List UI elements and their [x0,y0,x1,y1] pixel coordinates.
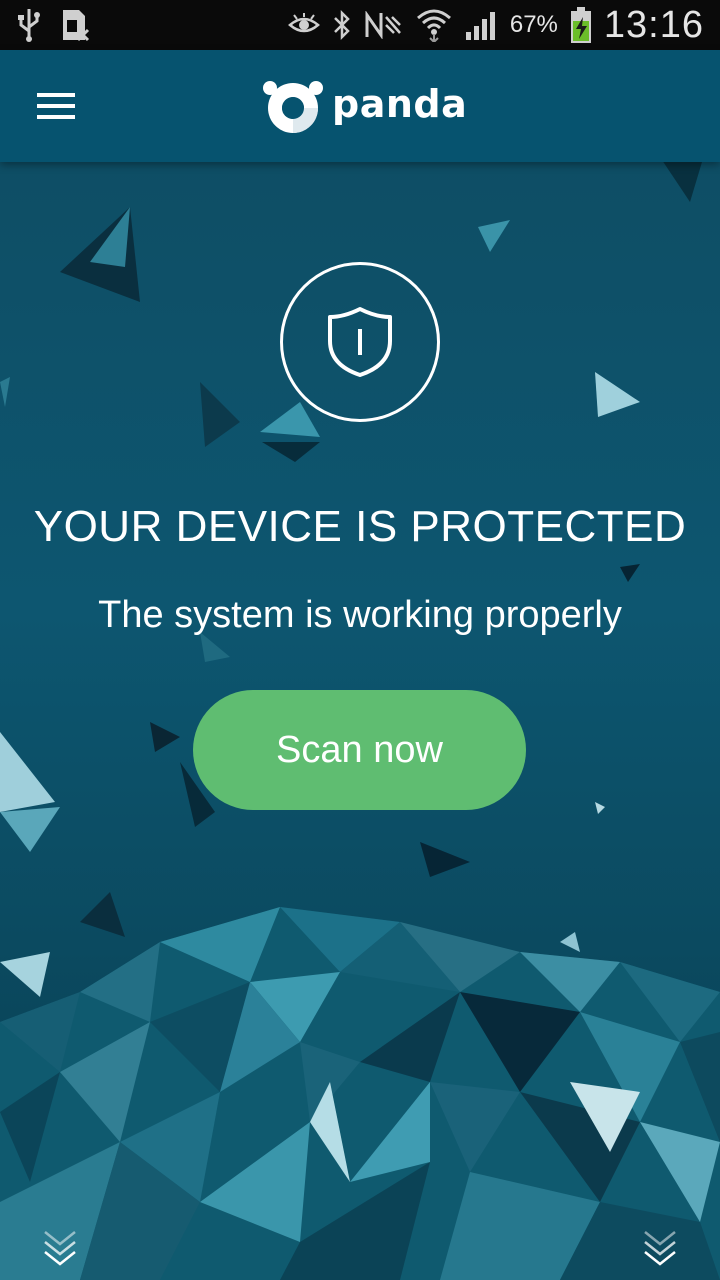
status-left [16,0,90,50]
protection-subline: The system is working properly [98,594,622,636]
main-screen: YOUR DEVICE IS PROTECTED The system is w… [0,162,720,1280]
bluetooth-icon [332,9,352,41]
panda-logo: panda [262,78,467,134]
usb-icon [16,7,42,43]
scan-now-button[interactable]: Scan now [193,690,526,810]
wifi-icon [416,8,452,42]
status-bar: 67% 13:16 [0,0,720,50]
logo-text: panda [332,82,468,126]
battery-percent: 67% [509,11,558,38]
signal-icon [464,10,498,40]
panda-logo-mark [263,81,323,133]
app-bar: panda [0,50,720,162]
nfc-icon [364,11,404,39]
status-right: 67% 13:16 [287,0,704,50]
chevron-down-icon[interactable] [42,1228,78,1270]
menu-button[interactable] [22,80,90,132]
chevron-down-icon[interactable] [642,1228,678,1270]
sim-icon [60,8,90,42]
eye-icon [287,13,320,37]
protection-headline: YOUR DEVICE IS PROTECTED [33,502,687,551]
clock: 13:16 [603,3,704,46]
hamburger-menu-icon [37,93,75,119]
shield-icon [328,307,392,377]
battery-charging-icon [570,7,592,43]
protection-status-badge [280,262,440,422]
